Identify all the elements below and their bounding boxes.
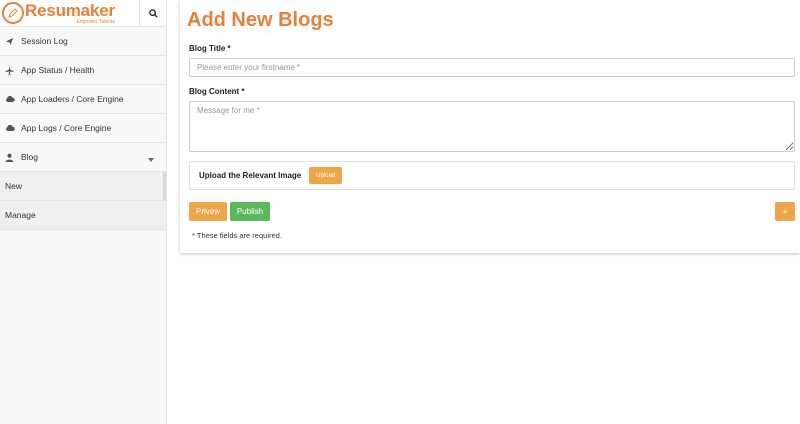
cloud-icon	[5, 95, 17, 103]
plane-icon	[5, 65, 17, 75]
sidebar-item-session-log[interactable]: Session Log	[0, 27, 166, 56]
blog-title-input[interactable]	[189, 58, 795, 77]
sidebar-subitem-label: New	[5, 181, 23, 191]
sidebar-item-label: Blog	[21, 152, 39, 162]
brand-tagline: Empower Talents	[76, 18, 115, 25]
sidebar-subitem-label: Manage	[5, 210, 36, 220]
sidebar: Resumaker Empower Talents Session Log Ap…	[0, 0, 167, 424]
sidebar-item-app-loaders[interactable]: App Loaders / Core Engine	[0, 85, 166, 114]
cloud-icon	[5, 124, 17, 132]
user-icon	[5, 153, 17, 162]
page-title: Add New Blogs	[187, 9, 334, 31]
sidebar-item-label: App Logs / Core Engine	[21, 123, 112, 133]
upload-section: Upload the Relevant Image Upload	[189, 161, 795, 190]
preview-button[interactable]: Privew	[189, 202, 227, 221]
sidebar-item-label: Session Log	[21, 36, 68, 46]
brand-logo[interactable]: Resumaker Empower Talents	[0, 0, 139, 26]
blog-content-textarea[interactable]	[189, 101, 795, 152]
pencil-logo-icon	[2, 2, 24, 24]
sidebar-item-label: App Status / Health	[21, 65, 95, 75]
brand-row: Resumaker Empower Talents	[0, 0, 166, 27]
caret-down-icon	[148, 154, 154, 164]
upload-label: Upload the Relevant Image	[199, 171, 302, 180]
add-button[interactable]: +	[775, 202, 795, 221]
add-blog-panel: Add New Blogs Blog Title * Blog Content …	[180, 0, 800, 253]
sidebar-item-label: App Loaders / Core Engine	[21, 94, 124, 104]
sidebar-subitem-new[interactable]: New	[0, 172, 166, 201]
search-icon	[148, 9, 158, 18]
search-button[interactable]	[139, 0, 166, 27]
upload-button[interactable]: Upload	[309, 167, 343, 184]
required-fields-note: * These fields are required.	[192, 231, 282, 240]
blog-content-label: Blog Content *	[189, 87, 245, 96]
sidebar-item-app-logs[interactable]: App Logs / Core Engine	[0, 114, 166, 143]
sidebar-item-blog[interactable]: Blog	[0, 143, 166, 172]
sidebar-item-app-status[interactable]: App Status / Health	[0, 56, 166, 85]
publish-button[interactable]: Publish	[230, 202, 270, 221]
brand-name: Resumaker	[25, 0, 115, 20]
paper-plane-icon	[5, 37, 17, 46]
blog-title-label: Blog Title *	[189, 44, 231, 53]
sidebar-subitem-manage[interactable]: Manage	[0, 201, 166, 230]
